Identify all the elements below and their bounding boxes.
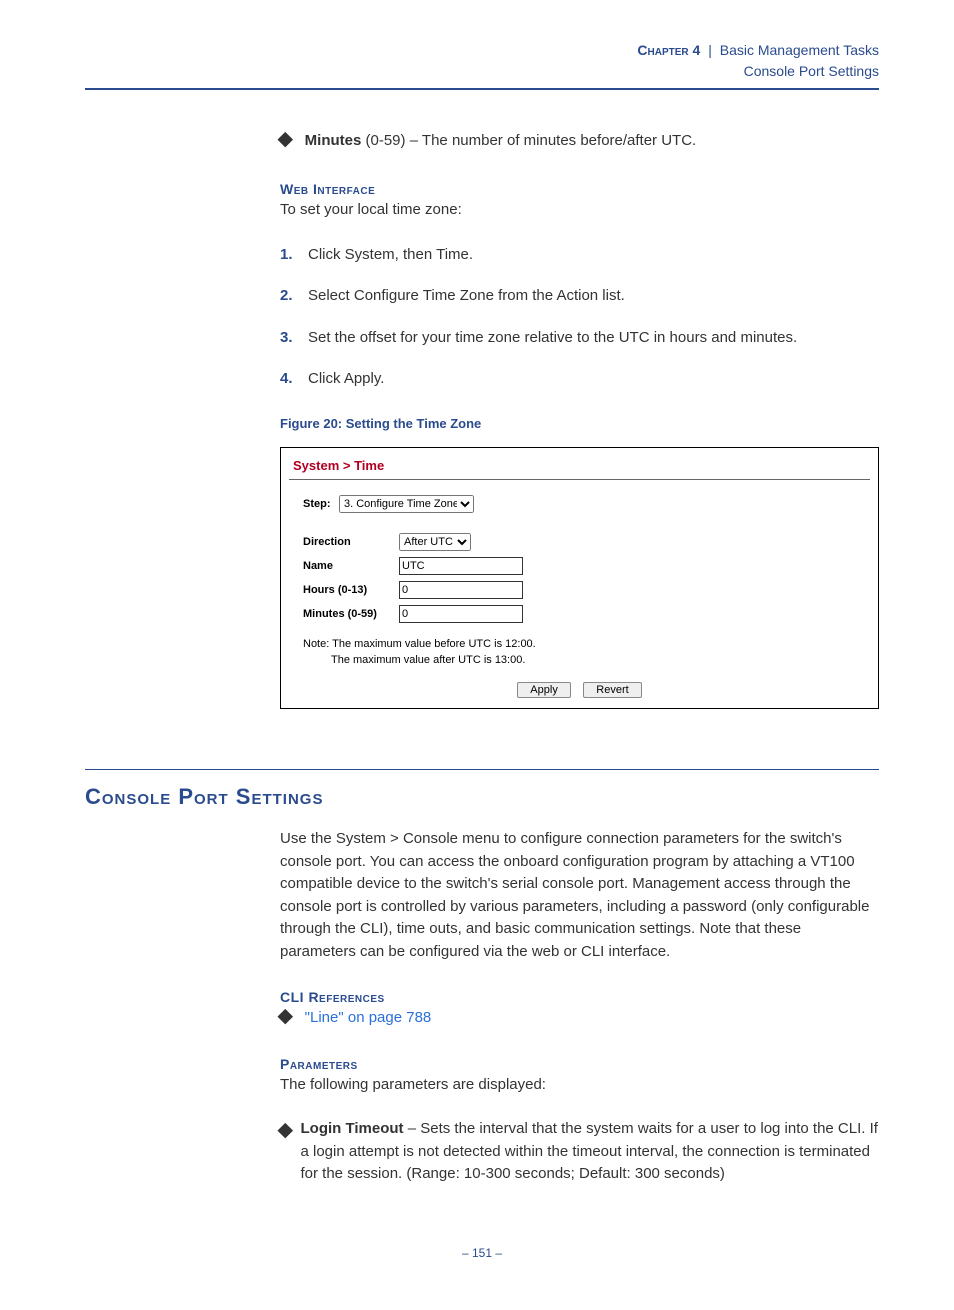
note-2: The maximum value after UTC is 13:00. [281, 652, 878, 668]
hours-input[interactable] [399, 581, 523, 599]
step-number: 2. [280, 284, 308, 307]
console-body: Use the System > Console menu to configu… [280, 828, 879, 963]
header-subtitle: Console Port Settings [85, 61, 879, 82]
figure-screenshot: System > Time Step: 3. Configure Time Zo… [280, 447, 879, 709]
header-separator: | [704, 42, 716, 58]
step-4: 4. Click Apply. [280, 367, 879, 390]
diamond-icon [278, 131, 293, 146]
name-label: Name [303, 560, 399, 572]
steps-list: 1. Click System, then Time. 2. Select Co… [280, 243, 879, 390]
minutes-bullet: Minutes (0-59) – The number of minutes b… [280, 130, 879, 153]
step-3: 3. Set the offset for your time zone rel… [280, 326, 879, 349]
step-select[interactable]: 3. Configure Time Zone [339, 495, 474, 513]
cli-link[interactable]: "Line" on page 788 [305, 1009, 432, 1026]
login-timeout-label: Login Timeout [301, 1120, 404, 1137]
page-number: – 151 – [85, 1246, 879, 1260]
hours-label: Hours (0-13) [303, 584, 399, 596]
diamond-icon [278, 1123, 293, 1138]
web-interface-intro: To set your local time zone: [280, 199, 879, 222]
parameters-intro: The following parameters are displayed: [280, 1074, 879, 1097]
direction-select[interactable]: After UTC [399, 533, 471, 551]
direction-label: Direction [303, 536, 399, 548]
screenshot-breadcrumb: System > Time [281, 448, 878, 479]
cli-references-heading: CLI References [280, 989, 879, 1005]
header-title: Basic Management Tasks [720, 42, 879, 58]
step-label: Step: [303, 498, 339, 510]
step-text: Select Configure Time Zone from the Acti… [308, 284, 625, 307]
step-text: Click System, then Time. [308, 243, 473, 266]
note-1: Note: The maximum value before UTC is 12… [281, 636, 878, 652]
step-number: 3. [280, 326, 308, 349]
web-interface-heading: Web Interface [280, 181, 879, 197]
minutes-label: Minutes (0-59) [303, 608, 399, 620]
minutes-desc: (0-59) – The number of minutes before/af… [361, 132, 696, 149]
step-number: 1. [280, 243, 308, 266]
step-text: Set the offset for your time zone relati… [308, 326, 797, 349]
minutes-input[interactable] [399, 605, 523, 623]
step-1: 1. Click System, then Time. [280, 243, 879, 266]
step-2: 2. Select Configure Time Zone from the A… [280, 284, 879, 307]
chapter-label: Chapter 4 [637, 42, 700, 58]
apply-button[interactable]: Apply [517, 682, 571, 698]
section-rule [85, 769, 879, 770]
revert-button[interactable]: Revert [583, 682, 641, 698]
diamond-icon [278, 1008, 293, 1023]
step-number: 4. [280, 367, 308, 390]
name-input[interactable] [399, 557, 523, 575]
parameters-heading: Parameters [280, 1056, 879, 1072]
screenshot-divider [289, 479, 870, 480]
page-header: Chapter 4 | Basic Management Tasks Conso… [85, 40, 879, 90]
minutes-label: Minutes [305, 132, 362, 149]
figure-caption: Figure 20: Setting the Time Zone [280, 416, 879, 431]
step-text: Click Apply. [308, 367, 384, 390]
console-section-title: Console Port Settings [85, 784, 879, 810]
